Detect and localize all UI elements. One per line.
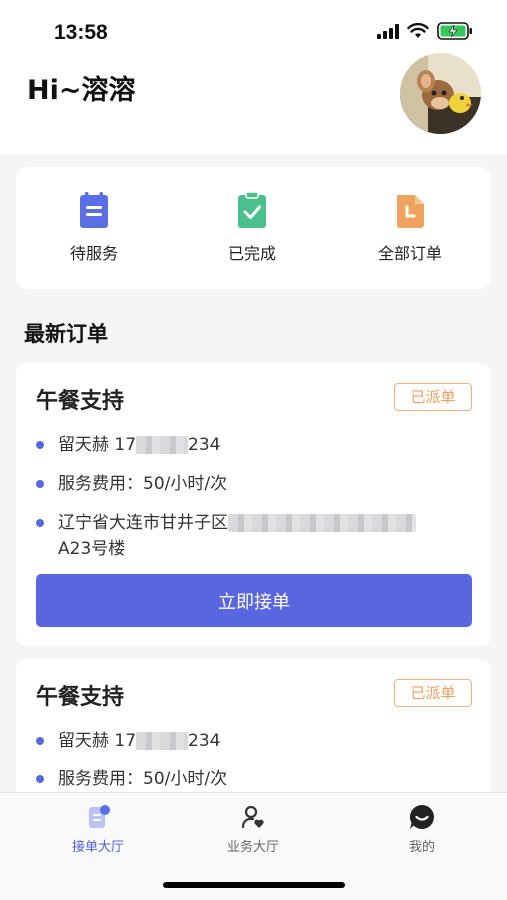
section-title-latest-orders: 最新订单 [24, 322, 108, 346]
clipboard-check-icon [238, 191, 266, 228]
bullet-dot [36, 519, 44, 527]
accept-order-button[interactable]: 立即接单 [36, 574, 472, 627]
tab-mine[interactable]: 我的 [362, 803, 482, 855]
order-card[interactable]: 午餐支持 已派单 留天赫 17 234 服务费用：50/小时/次 辽宁省大连市甘井… [16, 363, 491, 646]
address-line-2: A23号楼 [58, 539, 126, 559]
pending-service-label: 待服务 [69, 244, 118, 263]
user-avatar[interactable] [400, 53, 481, 134]
redacted-phone [136, 436, 189, 454]
contact-name: 留天赫 17 [58, 731, 137, 751]
service-fee: 服务费用：50/小时/次 [58, 474, 228, 494]
wifi-icon [407, 23, 429, 38]
fee-row: 服务费用：50/小时/次 [36, 766, 476, 792]
battery-charging-icon [437, 22, 472, 40]
redacted-phone [136, 732, 189, 750]
tab-order-hall[interactable]: 接单大厅 [38, 803, 158, 855]
quick-actions-card: 待服务 已完成 全部订单 [16, 167, 491, 289]
document-clock-icon [397, 195, 424, 228]
status-badge: 已派单 [394, 679, 472, 707]
pending-service-button[interactable]: 待服务 [24, 191, 164, 264]
user-heart-icon [241, 805, 264, 829]
address-prefix: 辽宁省大连市甘井子区 [58, 513, 228, 533]
contact-row: 留天赫 17 234 [36, 432, 476, 458]
fee-row: 服务费用：50/小时/次 [36, 471, 476, 497]
service-fee: 服务费用：50/小时/次 [58, 769, 228, 789]
tab-mine-label: 我的 [408, 840, 435, 855]
contact-row: 留天赫 17 234 [36, 728, 476, 754]
contact-name: 留天赫 17 [58, 435, 137, 455]
greeting-title: Hi~溶溶 [27, 75, 136, 106]
bullet-dot [36, 480, 44, 488]
contact-phone-suffix: 234 [188, 731, 221, 751]
all-orders-label: 全部订单 [377, 244, 442, 263]
chat-smile-icon [409, 804, 434, 829]
contact-phone-suffix: 234 [188, 435, 221, 455]
order-hall-icon [89, 805, 110, 828]
tab-business-hall-label: 业务大厅 [226, 840, 279, 855]
order-title: 午餐支持 [36, 389, 125, 414]
redacted-address [228, 514, 416, 532]
bullet-dot [36, 441, 44, 449]
status-icons [377, 22, 473, 40]
header: 13:58 Hi~溶溶 [0, 0, 507, 154]
cellular-signal-icon [377, 23, 399, 39]
avatar-image [400, 53, 481, 134]
bullet-dot [36, 775, 44, 783]
all-orders-button[interactable]: 全部订单 [340, 191, 480, 264]
status-bar: 13:58 [0, 0, 507, 60]
status-badge: 已派单 [394, 383, 472, 411]
tab-order-hall-label: 接单大厅 [71, 840, 124, 855]
clipboard-list-icon [80, 192, 108, 228]
address-row: 辽宁省大连市甘井子区 A23号楼 [36, 510, 476, 562]
order-card[interactable]: 午餐支持 已派单 留天赫 17 234 服务费用：50/小时/次 [16, 659, 491, 799]
completed-button[interactable]: 已完成 [182, 191, 322, 264]
tab-business-hall[interactable]: 业务大厅 [193, 803, 313, 855]
bullet-dot [36, 737, 44, 745]
completed-label: 已完成 [227, 244, 276, 263]
status-time: 13:58 [54, 21, 108, 44]
order-title: 午餐支持 [36, 685, 125, 710]
home-indicator [163, 882, 345, 888]
